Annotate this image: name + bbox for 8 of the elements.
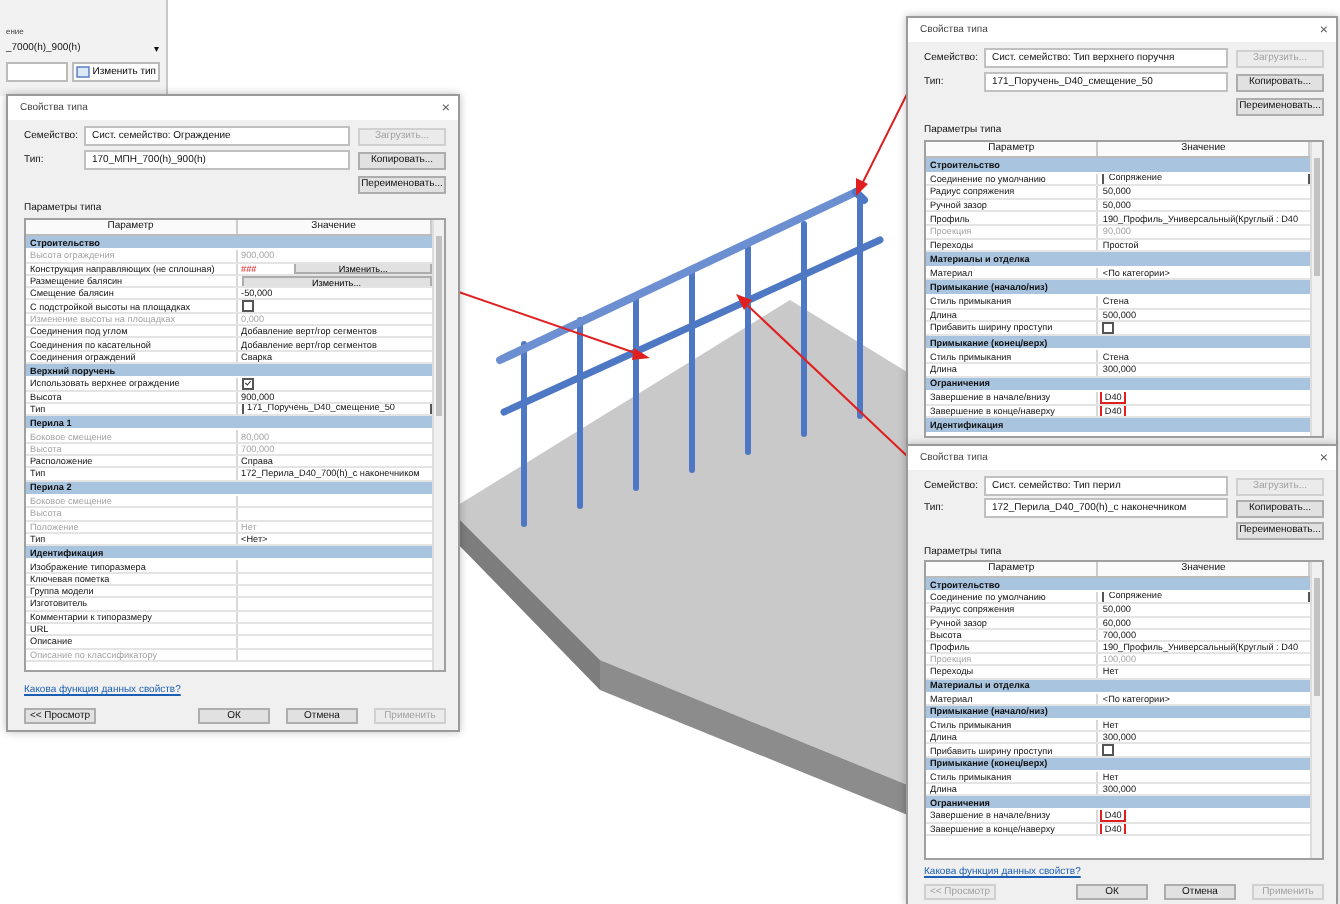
table-icon [76,66,91,78]
checkbox[interactable] [1102,322,1115,334]
scrollbar[interactable] [432,220,444,670]
checkbox[interactable] [241,378,254,390]
checkbox[interactable] [241,300,254,312]
checkbox[interactable] [1102,744,1115,756]
scrollbar[interactable] [1310,562,1322,858]
scrollbar[interactable] [1310,142,1322,436]
